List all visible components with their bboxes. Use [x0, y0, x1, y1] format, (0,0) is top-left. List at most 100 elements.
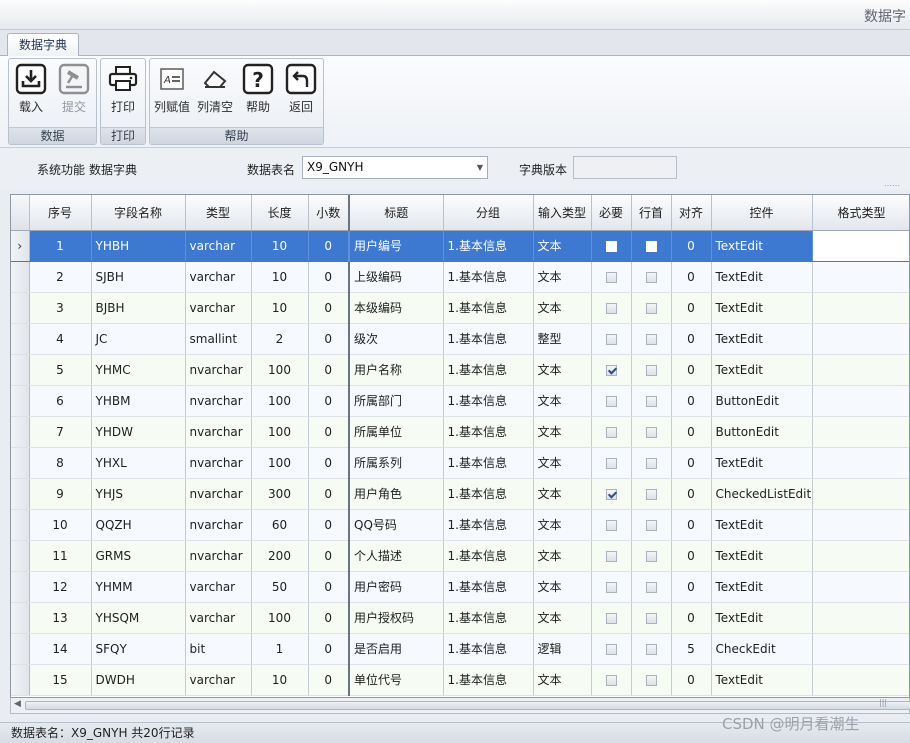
- column-header[interactable]: 对齐: [671, 195, 712, 231]
- cell-decimals[interactable]: 0: [308, 540, 350, 572]
- cell-title[interactable]: 本级编码: [349, 292, 444, 324]
- required-checkbox[interactable]: [605, 302, 617, 314]
- column-header[interactable]: 小数: [308, 195, 350, 231]
- cell-input-type[interactable]: 文本: [533, 509, 592, 541]
- cell-type[interactable]: nvarchar: [185, 416, 252, 448]
- column-header[interactable]: 分组: [443, 195, 534, 231]
- scroll-left-icon[interactable]: ◀: [14, 699, 21, 709]
- required-checkbox[interactable]: [605, 395, 617, 407]
- cell-format[interactable]: [812, 633, 909, 665]
- row-head-checkbox[interactable]: [645, 643, 657, 655]
- cell-title[interactable]: 用户名称: [349, 354, 444, 386]
- cell-control[interactable]: CheckEdit: [711, 633, 813, 665]
- cell-decimals[interactable]: 0: [308, 354, 350, 386]
- row-head-checkbox[interactable]: [645, 550, 657, 562]
- cell-field[interactable]: YHMC: [91, 354, 186, 386]
- column-header[interactable]: 字段名称: [91, 195, 186, 231]
- row-indicator[interactable]: [11, 602, 30, 634]
- column-clear-button[interactable]: 列清空: [194, 62, 236, 114]
- cell-group[interactable]: 1.基本信息: [443, 292, 534, 324]
- row-indicator[interactable]: [11, 447, 30, 479]
- cell-align[interactable]: 0: [671, 571, 712, 603]
- cell-title[interactable]: 所属单位: [349, 416, 444, 448]
- cell-decimals[interactable]: 0: [308, 416, 350, 448]
- cell-control[interactable]: ButtonEdit: [711, 385, 813, 417]
- cell-control[interactable]: TextEdit: [711, 602, 813, 634]
- required-checkbox[interactable]: [605, 550, 617, 562]
- cell-control[interactable]: TextEdit: [711, 323, 813, 355]
- row-head-checkbox[interactable]: [645, 333, 657, 345]
- cell-length[interactable]: 2: [251, 323, 309, 355]
- cell-length[interactable]: 10: [251, 230, 309, 262]
- cell-no[interactable]: 1: [29, 230, 92, 262]
- column-header[interactable]: 序号: [29, 195, 92, 231]
- cell-control[interactable]: TextEdit: [711, 447, 813, 479]
- cell-input-type[interactable]: 文本: [533, 354, 592, 386]
- cell-type[interactable]: smallint: [185, 323, 252, 355]
- cell-control[interactable]: TextEdit: [711, 664, 813, 696]
- submit-button[interactable]: 提交: [53, 62, 95, 114]
- resize-grip-icon[interactable]: ⋯⋯: [884, 181, 900, 190]
- cell-input-type[interactable]: 文本: [533, 292, 592, 324]
- table-row[interactable]: 7 YHDW nvarchar 100 0 所属单位 1.基本信息 文本 0 ButtonEdit: [11, 416, 909, 448]
- cell-title[interactable]: 所属部门: [349, 385, 444, 417]
- table-row[interactable]: 11 GRMS nvarchar 200 0 个人描述 1.基本信息 文本 0 TextEdit: [11, 540, 909, 572]
- row-indicator[interactable]: [11, 261, 30, 293]
- table-name-select[interactable]: X9_GNYH ▼: [302, 156, 488, 179]
- required-checkbox[interactable]: [605, 519, 617, 531]
- table-row[interactable]: 13 YHSQM varchar 100 0 用户授权码 1.基本信息 文本 0 TextEdit: [11, 602, 909, 634]
- cell-type[interactable]: varchar: [185, 571, 252, 603]
- required-checkbox[interactable]: [605, 674, 617, 686]
- cell-length[interactable]: 50: [251, 571, 309, 603]
- cell-length[interactable]: 300: [251, 478, 309, 510]
- row-indicator[interactable]: ›: [11, 230, 30, 262]
- cell-length[interactable]: 100: [251, 447, 309, 479]
- cell-align[interactable]: 5: [671, 633, 712, 665]
- cell-no[interactable]: 10: [29, 509, 92, 541]
- cell-group[interactable]: 1.基本信息: [443, 323, 534, 355]
- row-indicator[interactable]: [11, 416, 30, 448]
- cell-format[interactable]: [812, 292, 909, 324]
- cell-control[interactable]: TextEdit: [711, 509, 813, 541]
- cell-decimals[interactable]: 0: [308, 509, 350, 541]
- cell-type[interactable]: varchar: [185, 664, 252, 696]
- table-row[interactable]: 5 YHMC nvarchar 100 0 用户名称 1.基本信息 文本 0 TextEdit: [11, 354, 909, 386]
- cell-field[interactable]: YHDW: [91, 416, 186, 448]
- cell-align[interactable]: 0: [671, 478, 712, 510]
- help-button[interactable]: ? 帮助: [237, 62, 279, 114]
- cell-control[interactable]: ButtonEdit: [711, 416, 813, 448]
- required-checkbox[interactable]: [605, 488, 617, 500]
- row-indicator[interactable]: [11, 385, 30, 417]
- cell-decimals[interactable]: 0: [308, 292, 350, 324]
- row-head-checkbox[interactable]: [645, 271, 657, 283]
- cell-control[interactable]: TextEdit: [711, 540, 813, 572]
- cell-input-type[interactable]: 文本: [533, 571, 592, 603]
- cell-decimals[interactable]: 0: [308, 602, 350, 634]
- column-header[interactable]: 必要: [591, 195, 632, 231]
- cell-align[interactable]: 0: [671, 447, 712, 479]
- row-indicator[interactable]: [11, 664, 30, 696]
- cell-align[interactable]: 0: [671, 385, 712, 417]
- cell-type[interactable]: varchar: [185, 261, 252, 293]
- cell-field[interactable]: YHBH: [91, 230, 186, 262]
- cell-align[interactable]: 0: [671, 602, 712, 634]
- cell-no[interactable]: 2: [29, 261, 92, 293]
- cell-format[interactable]: [812, 602, 909, 634]
- cell-align[interactable]: 0: [671, 261, 712, 293]
- cell-title[interactable]: 个人描述: [349, 540, 444, 572]
- row-indicator[interactable]: [11, 540, 30, 572]
- cell-length[interactable]: 10: [251, 664, 309, 696]
- cell-control[interactable]: CheckedListEdit: [711, 478, 813, 510]
- cell-format[interactable]: [812, 323, 909, 355]
- cell-title[interactable]: 单位代号: [349, 664, 444, 696]
- cell-field[interactable]: SJBH: [91, 261, 186, 293]
- table-row[interactable]: 15 DWDH varchar 10 0 单位代号 1.基本信息 文本 0 TextEdit: [11, 664, 909, 696]
- cell-input-type[interactable]: 文本: [533, 447, 592, 479]
- cell-align[interactable]: 0: [671, 354, 712, 386]
- cell-input-type[interactable]: 文本: [533, 602, 592, 634]
- column-header[interactable]: 行首: [631, 195, 672, 231]
- required-checkbox[interactable]: [605, 581, 617, 593]
- tab-data-dictionary[interactable]: 数据字典: [7, 33, 80, 57]
- table-row[interactable]: 2 SJBH varchar 10 0 上级编码 1.基本信息 文本 0 TextEdit: [11, 261, 909, 293]
- cell-field[interactable]: BJBH: [91, 292, 186, 324]
